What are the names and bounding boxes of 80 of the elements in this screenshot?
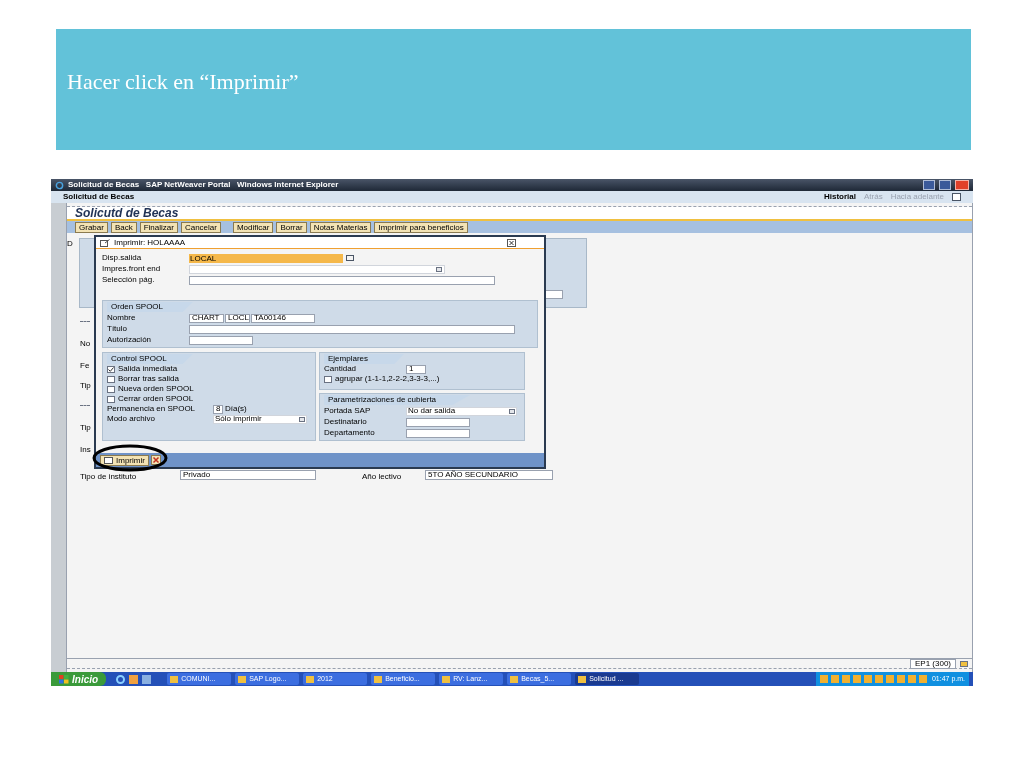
field-label: Departamento xyxy=(324,427,376,439)
field-label: Día(s) xyxy=(225,403,247,415)
form-label: Tip xyxy=(80,380,91,392)
dropdown-field[interactable] xyxy=(189,264,445,274)
field-label: Destinatario xyxy=(324,416,368,428)
status-icon xyxy=(960,660,968,667)
page-title: Solicutd de Becas xyxy=(75,205,179,222)
search-help-icon[interactable] xyxy=(346,255,354,261)
input-field[interactable]: CHART xyxy=(189,313,224,323)
toolbar-button[interactable]: Borrar xyxy=(276,221,307,233)
checkbox-label: Borrar tras salida xyxy=(118,373,179,385)
breadcrumb[interactable]: Solicitud de Becas xyxy=(63,191,135,203)
form-label: Tipo de instituto xyxy=(80,471,137,483)
dropdown-icon[interactable] xyxy=(299,416,305,422)
minimize-button[interactable] xyxy=(923,180,935,190)
window-title: Solicitud de Becas SAP NetWeaver Portal Windows Internet Explorer xyxy=(68,179,339,191)
checkbox[interactable] xyxy=(107,375,115,383)
field-label: Impres.front end xyxy=(102,263,162,275)
field-label: Permanencia en SPOOL xyxy=(107,403,197,415)
form-label: D xyxy=(67,238,73,250)
restore-button[interactable] xyxy=(939,180,951,190)
system-status: EP1 (300) xyxy=(909,658,956,669)
input-field[interactable] xyxy=(189,275,495,285)
form-label: No xyxy=(80,338,91,350)
dropdown-icon[interactable] xyxy=(509,408,515,414)
field-label: Nombre xyxy=(107,312,137,324)
dropdown-field[interactable]: No dar salida xyxy=(406,406,517,416)
checkbox-label: agrupar (1-1-1,2-2-2,3-3-3,...) xyxy=(335,373,440,385)
group-title: Orden SPOOL xyxy=(107,302,193,312)
input-field[interactable]: LOCL xyxy=(225,313,250,323)
print-button[interactable]: Imprimir xyxy=(100,454,149,466)
menu-icon[interactable] xyxy=(952,193,961,201)
browser-icon xyxy=(55,180,64,190)
input-field[interactable] xyxy=(406,417,470,427)
input-field[interactable]: 1 xyxy=(406,364,426,374)
group-title: Parametrizaciones de cubierta xyxy=(324,395,470,405)
toolbar-button[interactable]: Notas Materias xyxy=(309,221,372,233)
toolbar-button[interactable]: Modificar xyxy=(232,221,274,233)
toolbar-button[interactable]: Finalizar xyxy=(139,221,178,233)
checkbox[interactable] xyxy=(107,365,115,373)
form-label: Ins xyxy=(80,444,91,456)
group-title: Ejemplares xyxy=(324,354,404,364)
input-field[interactable]: TA00146 xyxy=(251,313,315,323)
dropdown-field[interactable]: 5TO AÑO SECUNDARIO xyxy=(425,470,553,480)
slide-title: Hacer click en “Imprimir” xyxy=(67,68,299,96)
checkbox[interactable] xyxy=(107,395,115,403)
field-label: Selección pág. xyxy=(102,274,156,286)
close-icon[interactable] xyxy=(507,238,516,247)
checkbox-label: Cerrar orden SPOOL xyxy=(118,393,194,405)
field-label: Título xyxy=(107,323,128,335)
toolbar-button[interactable]: Imprimir para beneficios xyxy=(374,221,468,233)
windows-flag-icon xyxy=(59,674,69,684)
form-label: Año lectivo xyxy=(362,471,402,483)
input-field[interactable] xyxy=(189,324,515,334)
field-label: Disp.salida xyxy=(102,252,143,264)
toolbar-button[interactable]: Grabar xyxy=(75,221,108,233)
history-link[interactable]: Historial xyxy=(823,191,856,203)
dropdown-field[interactable]: Sólo imprimir xyxy=(213,414,307,424)
field-label: Cantidad xyxy=(324,363,358,375)
input-field[interactable] xyxy=(406,428,470,438)
input-field[interactable] xyxy=(189,335,253,345)
field-label: Autorización xyxy=(107,334,153,346)
dialog-title: Imprimir: HOLAAAA xyxy=(114,236,186,249)
checkbox-label: Nueva orden SPOOL xyxy=(118,383,194,395)
start-button[interactable]: Inicio xyxy=(51,672,107,686)
checkbox[interactable] xyxy=(107,385,115,393)
checkbox[interactable] xyxy=(324,375,332,383)
field-label: Modo archivo xyxy=(107,413,157,425)
output-device-field[interactable]: LOCAL xyxy=(189,253,343,263)
cancel-icon[interactable] xyxy=(150,455,161,465)
field-label: Portada SAP xyxy=(324,405,372,417)
toolbar-button[interactable]: Back xyxy=(110,221,137,233)
form-label: Tip xyxy=(80,422,91,434)
form-label: Fe xyxy=(80,360,90,372)
input-field[interactable]: 8 xyxy=(213,404,223,414)
checkbox-label: Salida inmediata xyxy=(118,363,178,375)
dropdown-icon[interactable] xyxy=(436,266,442,272)
dropdown-field[interactable]: Privado xyxy=(180,470,316,480)
toolbar-button[interactable]: Cancelar xyxy=(180,221,221,233)
group-title: Control SPOOL xyxy=(107,354,193,364)
